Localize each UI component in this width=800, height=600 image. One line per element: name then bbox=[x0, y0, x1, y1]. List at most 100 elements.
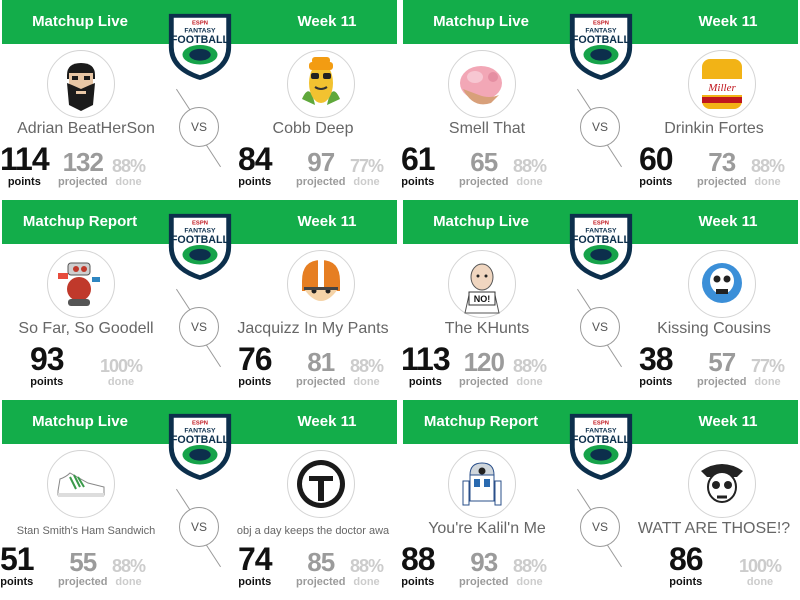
right-pts-stat: 86 points bbox=[669, 543, 704, 588]
vs-divider-line bbox=[607, 544, 622, 568]
left-done-value: 100% bbox=[100, 356, 143, 376]
matchup-status[interactable]: Matchup Report bbox=[2, 200, 158, 244]
fantasy-football-logo-icon: ESPN FANTASY FOOTBALL bbox=[562, 210, 640, 282]
right-pts-value: 38 bbox=[639, 341, 674, 377]
corn-cob-avatar-icon[interactable] bbox=[287, 50, 355, 118]
right-proj-stat: 73 projected bbox=[697, 143, 747, 188]
sneaker-avatar-icon[interactable] bbox=[47, 450, 115, 518]
right-proj-stat: 81 projected bbox=[296, 343, 346, 388]
right-team-name[interactable]: Cobb Deep bbox=[227, 120, 399, 138]
skull-blue-avatar-icon[interactable] bbox=[688, 250, 756, 318]
left-done-value: 88% bbox=[513, 556, 547, 576]
gladiator-helmet-avatar-icon[interactable] bbox=[287, 450, 355, 518]
right-done-label: done bbox=[754, 176, 781, 188]
left-pts-label: points bbox=[7, 176, 41, 188]
logo-text-espn: ESPN bbox=[593, 421, 609, 427]
matchup-status[interactable]: Matchup Live bbox=[2, 0, 158, 44]
left-pts-label: points bbox=[401, 576, 435, 588]
left-proj-label: projected bbox=[58, 176, 108, 188]
right-done-value: 88% bbox=[350, 356, 384, 376]
right-done-value: 88% bbox=[751, 156, 785, 176]
right-pts-stat: 38 points bbox=[639, 341, 674, 388]
smell-hand-avatar-icon[interactable] bbox=[448, 50, 516, 118]
right-pts-label: points bbox=[238, 576, 272, 588]
right-team-name[interactable]: Jacquizz In My Pants bbox=[227, 320, 399, 338]
matchup-card[interactable]: Matchup Live Week 11 ESPN FANTASY FOOTBA… bbox=[401, 200, 800, 399]
right-team-name[interactable]: obj a day keeps the doctor awa bbox=[227, 525, 399, 537]
matchup-status[interactable]: Matchup Live bbox=[403, 200, 559, 244]
right-pts-label: points bbox=[639, 376, 673, 388]
matchup-card[interactable]: Matchup Live Week 11 ESPN FANTASY FOOTBA… bbox=[401, 0, 800, 199]
r2d2-avatar-icon[interactable] bbox=[448, 450, 516, 518]
vs-divider-line bbox=[607, 144, 622, 168]
left-done-stat: 88% done bbox=[513, 143, 547, 188]
right-team-name[interactable]: WATT ARE THOSE!? bbox=[628, 520, 800, 538]
right-done-value: 100% bbox=[739, 556, 782, 576]
right-proj-label: projected bbox=[296, 176, 346, 188]
vs-divider-line bbox=[206, 344, 221, 368]
fantasy-football-logo-icon: ESPN FANTASY FOOTBALL bbox=[161, 210, 239, 282]
left-proj-stat: 120 projected bbox=[459, 343, 509, 388]
left-pts-value: 88 bbox=[401, 541, 436, 577]
right-done-value: 77% bbox=[350, 156, 384, 176]
left-done-label: done bbox=[115, 576, 142, 588]
right-proj-value: 73 bbox=[708, 147, 736, 177]
left-done-value: 88% bbox=[513, 356, 547, 376]
left-pts-stat: 93 points bbox=[30, 343, 65, 388]
right-proj-label: projected bbox=[296, 376, 346, 388]
fox-helmet-avatar-icon[interactable] bbox=[287, 250, 355, 318]
bearded-man-avatar-icon[interactable] bbox=[47, 50, 115, 118]
vs-divider-line bbox=[607, 344, 622, 368]
left-proj-label: projected bbox=[459, 576, 509, 588]
left-pts-value: 114 bbox=[0, 141, 50, 177]
right-team-name[interactable]: Drinkin Fortes bbox=[628, 120, 800, 138]
fantasy-football-logo-icon: ESPN FANTASY FOOTBALL bbox=[161, 10, 239, 82]
left-team-name[interactable]: Smell That bbox=[403, 120, 571, 138]
vs-divider-line bbox=[176, 488, 191, 512]
left-team-name[interactable]: You're Kalil'n Me bbox=[403, 520, 571, 538]
miller-bottle-avatar-icon[interactable]: Miller bbox=[688, 50, 756, 118]
vs-divider-line bbox=[206, 144, 221, 168]
left-team-name[interactable]: So Far, So Goodell bbox=[2, 320, 170, 338]
right-pts-stat: 74 points bbox=[238, 543, 273, 588]
matchup-card[interactable]: Matchup Live Week 11 ESPN FANTASY FOOTBA… bbox=[0, 400, 399, 599]
matchup-card[interactable]: Matchup Live Week 11 ESPN FANTASY FOOTBA… bbox=[0, 0, 399, 199]
matchup-status[interactable]: Matchup Report bbox=[403, 400, 559, 444]
left-done-stat: 88% done bbox=[513, 543, 547, 588]
left-proj-label: projected bbox=[459, 376, 509, 388]
left-pts-stat: 51 points bbox=[0, 541, 35, 588]
left-team-name[interactable]: The KHunts bbox=[403, 320, 571, 338]
left-team-name[interactable]: Adrian BeatHerSon bbox=[2, 120, 170, 138]
logo-text-football: FOOTBALL bbox=[171, 34, 230, 46]
right-proj-value: 81 bbox=[307, 347, 335, 377]
matchup-status[interactable]: Matchup Live bbox=[403, 0, 559, 44]
right-pts-stat: 60 points bbox=[639, 143, 674, 188]
left-pts-stat: 113 points bbox=[401, 343, 451, 388]
right-pts-label: points bbox=[238, 376, 272, 388]
left-team-name[interactable]: Stan Smith's Ham Sandwich bbox=[2, 525, 170, 537]
logo-text-football: FOOTBALL bbox=[572, 434, 631, 446]
matchup-card[interactable]: Matchup Report Week 11 ESPN FANTASY FOOT… bbox=[401, 400, 800, 599]
right-done-stat: 100% done bbox=[739, 543, 782, 588]
right-proj-stat: 85 projected bbox=[296, 543, 346, 588]
left-proj-stat: 132 projected bbox=[58, 143, 108, 188]
right-team-name[interactable]: Kissing Cousins bbox=[628, 320, 800, 338]
left-done-value: 88% bbox=[513, 156, 547, 176]
pirate-skull-avatar-icon[interactable] bbox=[688, 450, 756, 518]
left-proj-stat: 93 projected bbox=[459, 543, 509, 588]
robot-avatar-icon[interactable] bbox=[47, 250, 115, 318]
right-proj-value: 85 bbox=[307, 547, 335, 577]
logo-text-espn: ESPN bbox=[192, 21, 208, 27]
logo-text-football: FOOTBALL bbox=[171, 234, 230, 246]
vs-badge: VS bbox=[179, 107, 219, 147]
right-pts-stat: 84 points bbox=[238, 143, 273, 188]
left-done-label: done bbox=[516, 376, 543, 388]
matchup-status[interactable]: Matchup Live bbox=[2, 400, 158, 444]
no-man-avatar-icon[interactable]: NO! bbox=[448, 250, 516, 318]
fantasy-football-logo-icon: ESPN FANTASY FOOTBALL bbox=[562, 10, 640, 82]
left-pts-stat: 114 points bbox=[0, 141, 50, 188]
left-pts-value: 51 bbox=[0, 541, 35, 577]
left-done-stat: 100% done bbox=[100, 343, 143, 388]
matchup-card[interactable]: Matchup Report Week 11 ESPN FANTASY FOOT… bbox=[0, 200, 399, 399]
svg-text:Miller: Miller bbox=[707, 82, 736, 94]
